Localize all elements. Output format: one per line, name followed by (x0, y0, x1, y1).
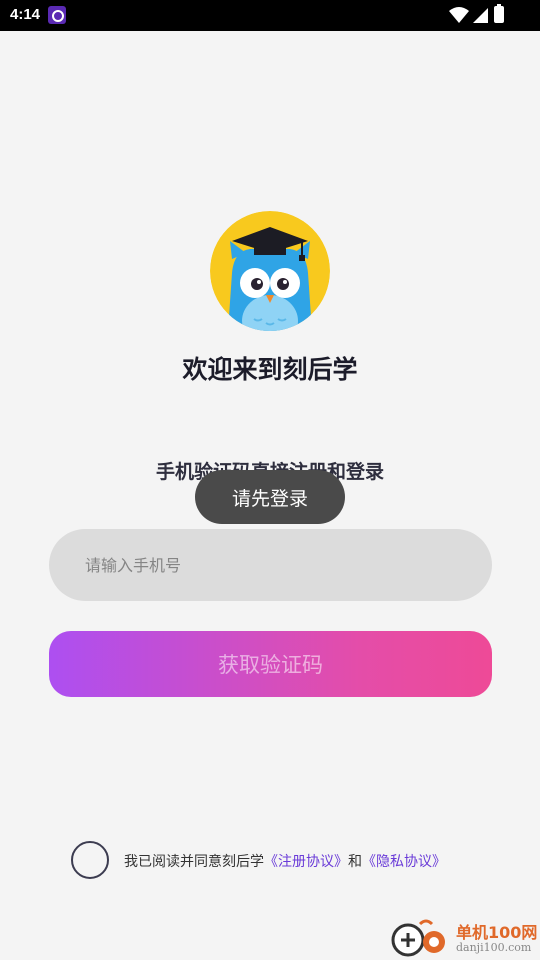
wifi-icon (449, 7, 469, 23)
agreement-prefix: 我已阅读并同意刻后学 (124, 854, 264, 870)
battery-icon (494, 4, 504, 23)
toast-message: 请先登录 (195, 470, 345, 524)
agreement-text: 我已阅读并同意刻后学《注册协议》和《隐私协议》 (124, 851, 446, 871)
register-agreement-link[interactable]: 《注册协议》 (264, 854, 348, 870)
welcome-title: 欢迎来到刻后学 (182, 355, 358, 384)
status-bar: 4:14 (0, 0, 540, 31)
agreement-checkbox[interactable] (71, 841, 109, 879)
signal-icon (473, 8, 488, 23)
watermark-logo-icon (391, 919, 445, 957)
app-notification-icon (48, 6, 66, 24)
watermark-title: 单机100网 (456, 923, 538, 942)
owl-avatar-icon (210, 211, 330, 331)
watermark-url: danji100.com (456, 941, 532, 954)
status-time: 4:14 (10, 6, 41, 23)
phone-number-input[interactable] (49, 529, 492, 601)
get-verification-code-button[interactable]: 获取验证码 (49, 631, 492, 697)
watermark: 单机100网 danji100.com (390, 916, 540, 960)
agreement-conj: 和 (348, 854, 362, 870)
privacy-agreement-link[interactable]: 《隐私协议》 (362, 854, 446, 870)
